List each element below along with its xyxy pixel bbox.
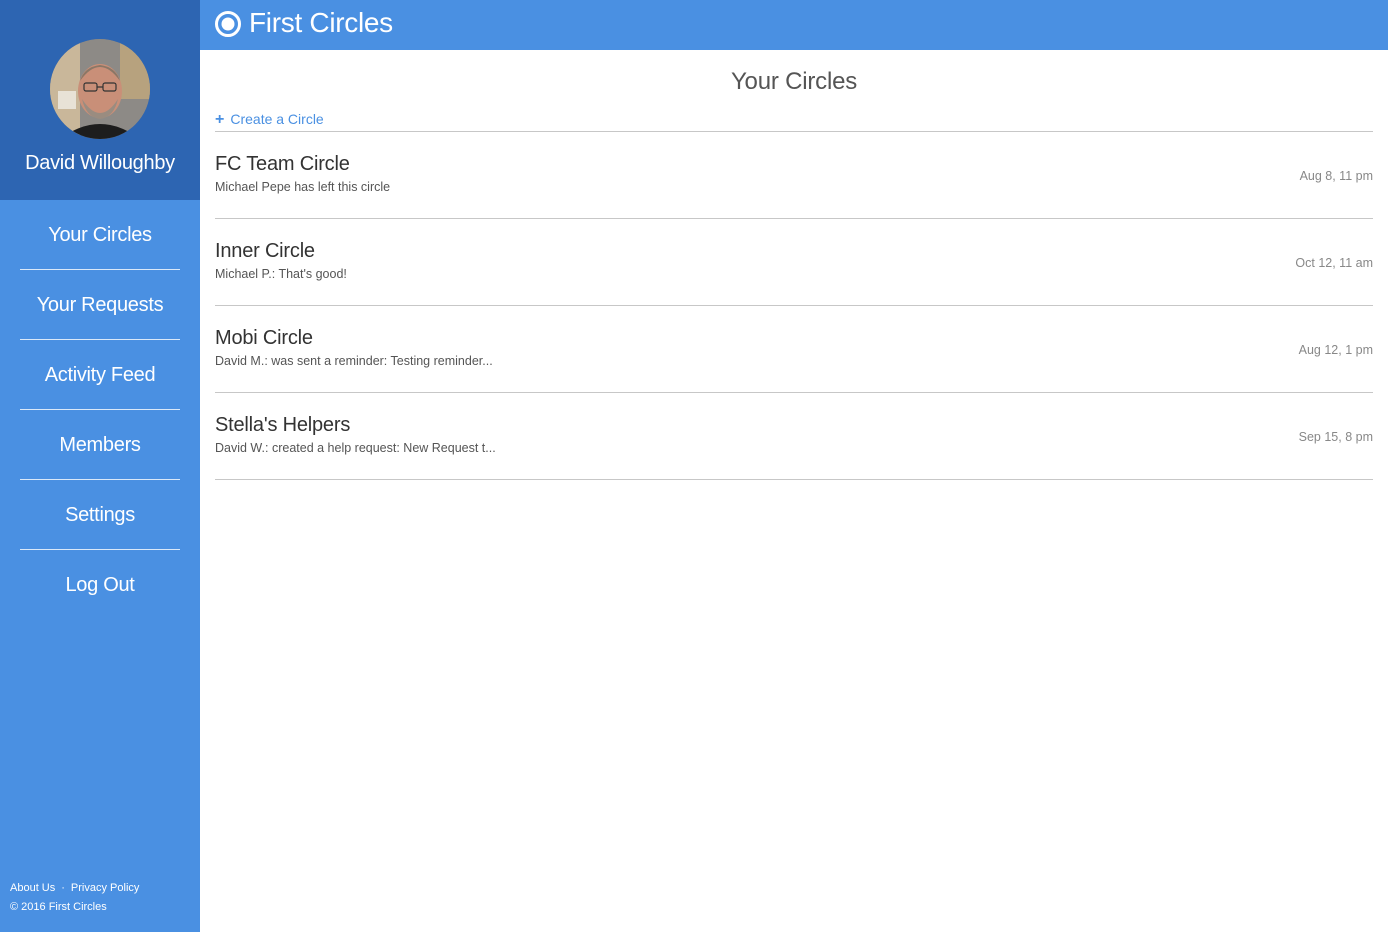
page-title: Your Circles <box>730 68 858 95</box>
nav-item-log-out[interactable]: Log Out <box>20 550 180 620</box>
circle-name: Inner Circle <box>215 240 315 262</box>
sidebar-footer: About Us · Privacy Policy © 2016 First Cir… <box>10 880 139 918</box>
circle-list-item[interactable]: FC Team Circle Michael Pepe has left thi… <box>215 132 1373 219</box>
circle-name: FC Team Circle <box>215 153 350 175</box>
nav-item-your-requests[interactable]: Your Requests <box>20 270 180 340</box>
circle-list-item[interactable]: Inner Circle Michael P.: That's good! Oc… <box>215 219 1373 306</box>
circle-name: Mobi Circle <box>215 327 313 349</box>
profile-name: David Willoughby <box>25 152 175 174</box>
copyright-text: © 2016 First Circles <box>10 901 107 913</box>
create-circle-button[interactable]: + Create a Circle <box>215 111 324 129</box>
circle-last-activity: Michael Pepe has left this circle <box>215 180 391 194</box>
profile-panel: David Willoughby <box>0 0 200 200</box>
about-us-link[interactable]: About Us <box>10 882 55 894</box>
footer-separator: · <box>61 882 65 894</box>
circle-list-item[interactable]: Stella's Helpers David W.: created a hel… <box>215 393 1373 480</box>
nav-item-your-circles[interactable]: Your Circles <box>20 200 180 270</box>
circle-list-item[interactable]: Mobi Circle David M.: was sent a reminde… <box>215 306 1373 393</box>
nav-item-members[interactable]: Members <box>20 410 180 480</box>
top-bar: First Circles <box>200 0 1388 50</box>
nav-item-activity-feed[interactable]: Activity Feed <box>20 340 180 410</box>
circle-last-activity: David M.: was sent a reminder: Testing r… <box>215 354 493 368</box>
circle-last-activity: David W.: created a help request: New Re… <box>215 441 496 455</box>
privacy-policy-link[interactable]: Privacy Policy <box>71 882 139 894</box>
circle-logo-icon <box>215 11 241 37</box>
create-circle-label: Create a Circle <box>230 111 324 127</box>
circle-list: FC Team Circle Michael Pepe has left thi… <box>215 132 1373 480</box>
sidebar: David Willoughby Your Circles Your Reque… <box>0 0 200 932</box>
circle-timestamp: Aug 12, 1 pm <box>1298 343 1373 357</box>
avatar[interactable] <box>50 39 150 139</box>
app-title[interactable]: First Circles <box>249 7 393 39</box>
plus-icon: + <box>215 111 225 128</box>
nav-item-settings[interactable]: Settings <box>20 480 180 550</box>
sidebar-nav: Your Circles Your Requests Activity Feed… <box>20 200 180 620</box>
circle-timestamp: Sep 15, 8 pm <box>1298 430 1373 444</box>
circle-name: Stella's Helpers <box>215 414 351 436</box>
circle-last-activity: Michael P.: That's good! <box>215 267 347 281</box>
circle-timestamp: Aug 8, 11 pm <box>1299 169 1373 183</box>
circle-timestamp: Oct 12, 11 am <box>1295 256 1373 270</box>
